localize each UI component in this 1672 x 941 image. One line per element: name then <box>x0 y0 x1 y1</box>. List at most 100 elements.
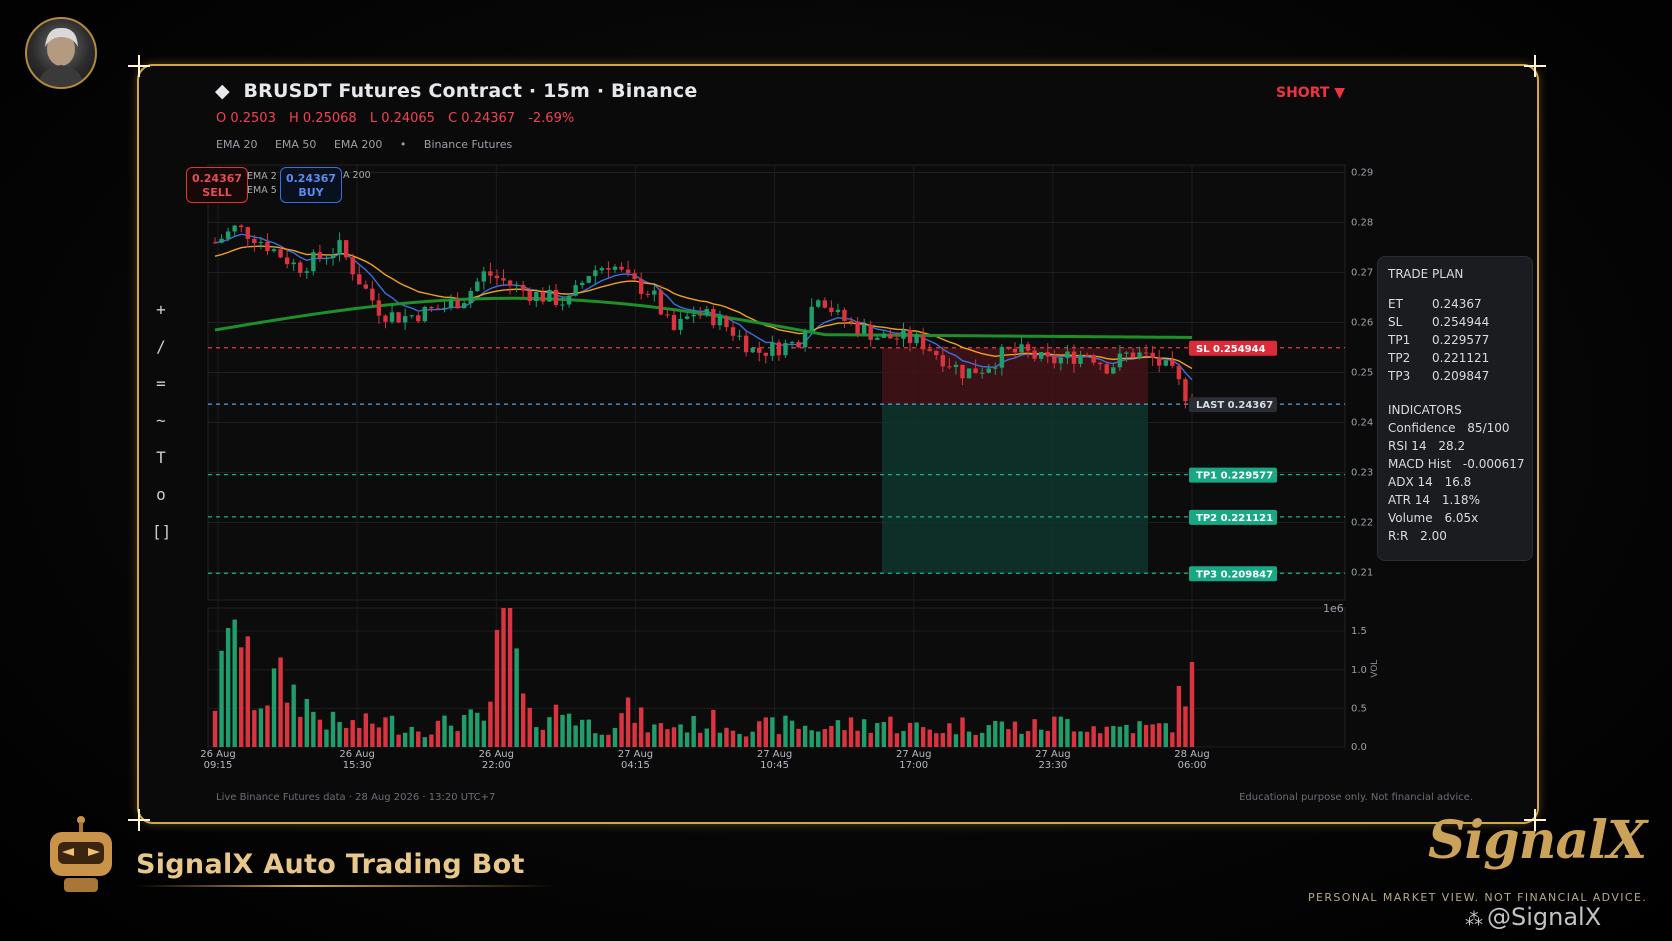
plan-indicator-row: MACD Hist -0.000617 <box>1388 457 1525 475</box>
candle-body <box>383 315 388 322</box>
plan-indicator-value: 6.05x <box>1440 511 1479 525</box>
volume-bar <box>324 729 329 747</box>
candle-body <box>822 300 828 308</box>
volume-bar <box>481 720 487 747</box>
plan-level-row: ET 0.24367 <box>1388 297 1522 315</box>
candle-body <box>999 346 1005 368</box>
volume-bar <box>429 734 434 747</box>
take-profit-zone <box>882 404 1148 574</box>
volume-bar <box>698 732 703 747</box>
candle-body <box>357 274 362 285</box>
time-tick-label: 27 Aug <box>618 749 653 760</box>
candle-body <box>566 295 572 305</box>
volume-bar <box>907 722 913 747</box>
volume-bar <box>875 723 880 747</box>
volume-bar <box>1176 685 1182 747</box>
candle-body <box>291 262 296 265</box>
candle-body <box>416 315 421 322</box>
volume-bar <box>1098 733 1103 747</box>
candle-body <box>691 314 696 317</box>
candle-body <box>1150 352 1155 358</box>
plan-indicator-value: 85/100 <box>1463 421 1510 435</box>
price-tick-label: 0.27 <box>1351 268 1373 279</box>
sl-tag-text: SL 0.254944 <box>1196 344 1266 355</box>
volume-bar <box>724 727 729 747</box>
candle-body <box>494 275 500 279</box>
candle-body <box>783 343 788 356</box>
volume-bar <box>435 720 441 747</box>
candle-body <box>835 309 841 313</box>
candle-body <box>232 225 237 232</box>
volume-bar <box>514 648 519 747</box>
volume-bar <box>717 732 723 747</box>
volume-bar <box>343 727 349 747</box>
mini-legend-ema20: EMA 2 <box>247 171 277 182</box>
price-tick-label: 0.26 <box>1351 318 1373 329</box>
plan-level-key: SL <box>1388 315 1403 329</box>
volume-axis-label: VOL <box>1370 660 1380 678</box>
plan-level-value: 0.209847 <box>1432 369 1490 383</box>
time-tick-label: 23:30 <box>1038 760 1067 771</box>
candle-body <box>625 269 631 274</box>
candle-body <box>881 333 887 338</box>
volume-bar <box>612 727 618 747</box>
candle-body <box>553 289 559 306</box>
volume-bar <box>1025 731 1031 747</box>
buy-button[interactable]: 0.24367 BUY <box>280 167 342 203</box>
volume-bar <box>1032 719 1037 747</box>
volume-bar <box>934 733 939 747</box>
candle-body <box>1176 365 1182 380</box>
candle-body <box>829 307 834 313</box>
price-tick-label: 0.28 <box>1351 218 1373 229</box>
plan-level-value: 0.254944 <box>1432 315 1490 329</box>
volume-bar <box>842 730 847 747</box>
candle-body <box>652 290 657 295</box>
candle-body <box>619 266 624 270</box>
candle-body <box>1006 346 1011 349</box>
volume-bar <box>986 725 991 747</box>
plan-level-value: 0.24367 <box>1432 297 1482 311</box>
candle-body <box>1052 356 1057 364</box>
candle-body <box>993 367 998 369</box>
candle-body <box>370 288 375 301</box>
candle-body <box>1038 352 1044 359</box>
volume-bar <box>566 713 572 747</box>
plan-level-row: SL 0.254944 <box>1388 315 1522 333</box>
mini-ema-legend: EMA 2 EMA 5 <box>247 170 277 198</box>
candle-body <box>507 280 513 286</box>
candle-body <box>888 333 893 339</box>
candle-body <box>1045 352 1050 357</box>
candle-body <box>789 342 795 344</box>
candle-body <box>252 238 257 244</box>
volume-bar <box>1130 733 1136 747</box>
disclaimer-footer: Educational purpose only. Not financial … <box>1239 792 1473 803</box>
volume-bar <box>527 707 532 747</box>
volume-bar <box>848 717 854 747</box>
candle-body <box>1058 357 1064 364</box>
volume-bar <box>1019 733 1024 747</box>
volume-bar <box>822 729 828 747</box>
candle-body <box>776 342 782 356</box>
tp2-tag: TP2 0.221121 <box>1189 509 1277 525</box>
candle-body <box>1157 357 1162 366</box>
watermark-text: @SignalX <box>1487 903 1602 931</box>
candle-body <box>684 316 690 319</box>
plan-indicator-value: 28.2 <box>1434 439 1466 453</box>
volume-pane <box>207 607 1346 748</box>
volume-bar <box>1104 726 1109 747</box>
candle-body <box>1163 360 1168 366</box>
volume-bar <box>953 734 959 747</box>
volume-bar <box>947 723 952 747</box>
sell-label: SELL <box>202 186 232 199</box>
volume-bar <box>534 727 539 747</box>
candle-body <box>914 334 919 344</box>
signalx-logo: SignalX <box>1428 810 1647 871</box>
plan-indicator-key: MACD Hist <box>1388 457 1452 471</box>
candle-body <box>947 366 952 368</box>
volume-bar <box>1012 721 1018 747</box>
candle-body <box>573 285 578 296</box>
sell-button[interactable]: 0.24367 SELL <box>186 167 248 203</box>
plan-indicator-row: ATR 14 1.18% <box>1388 493 1522 511</box>
candle-body <box>979 372 985 374</box>
mini-legend-ema200: A 200 <box>343 170 371 181</box>
